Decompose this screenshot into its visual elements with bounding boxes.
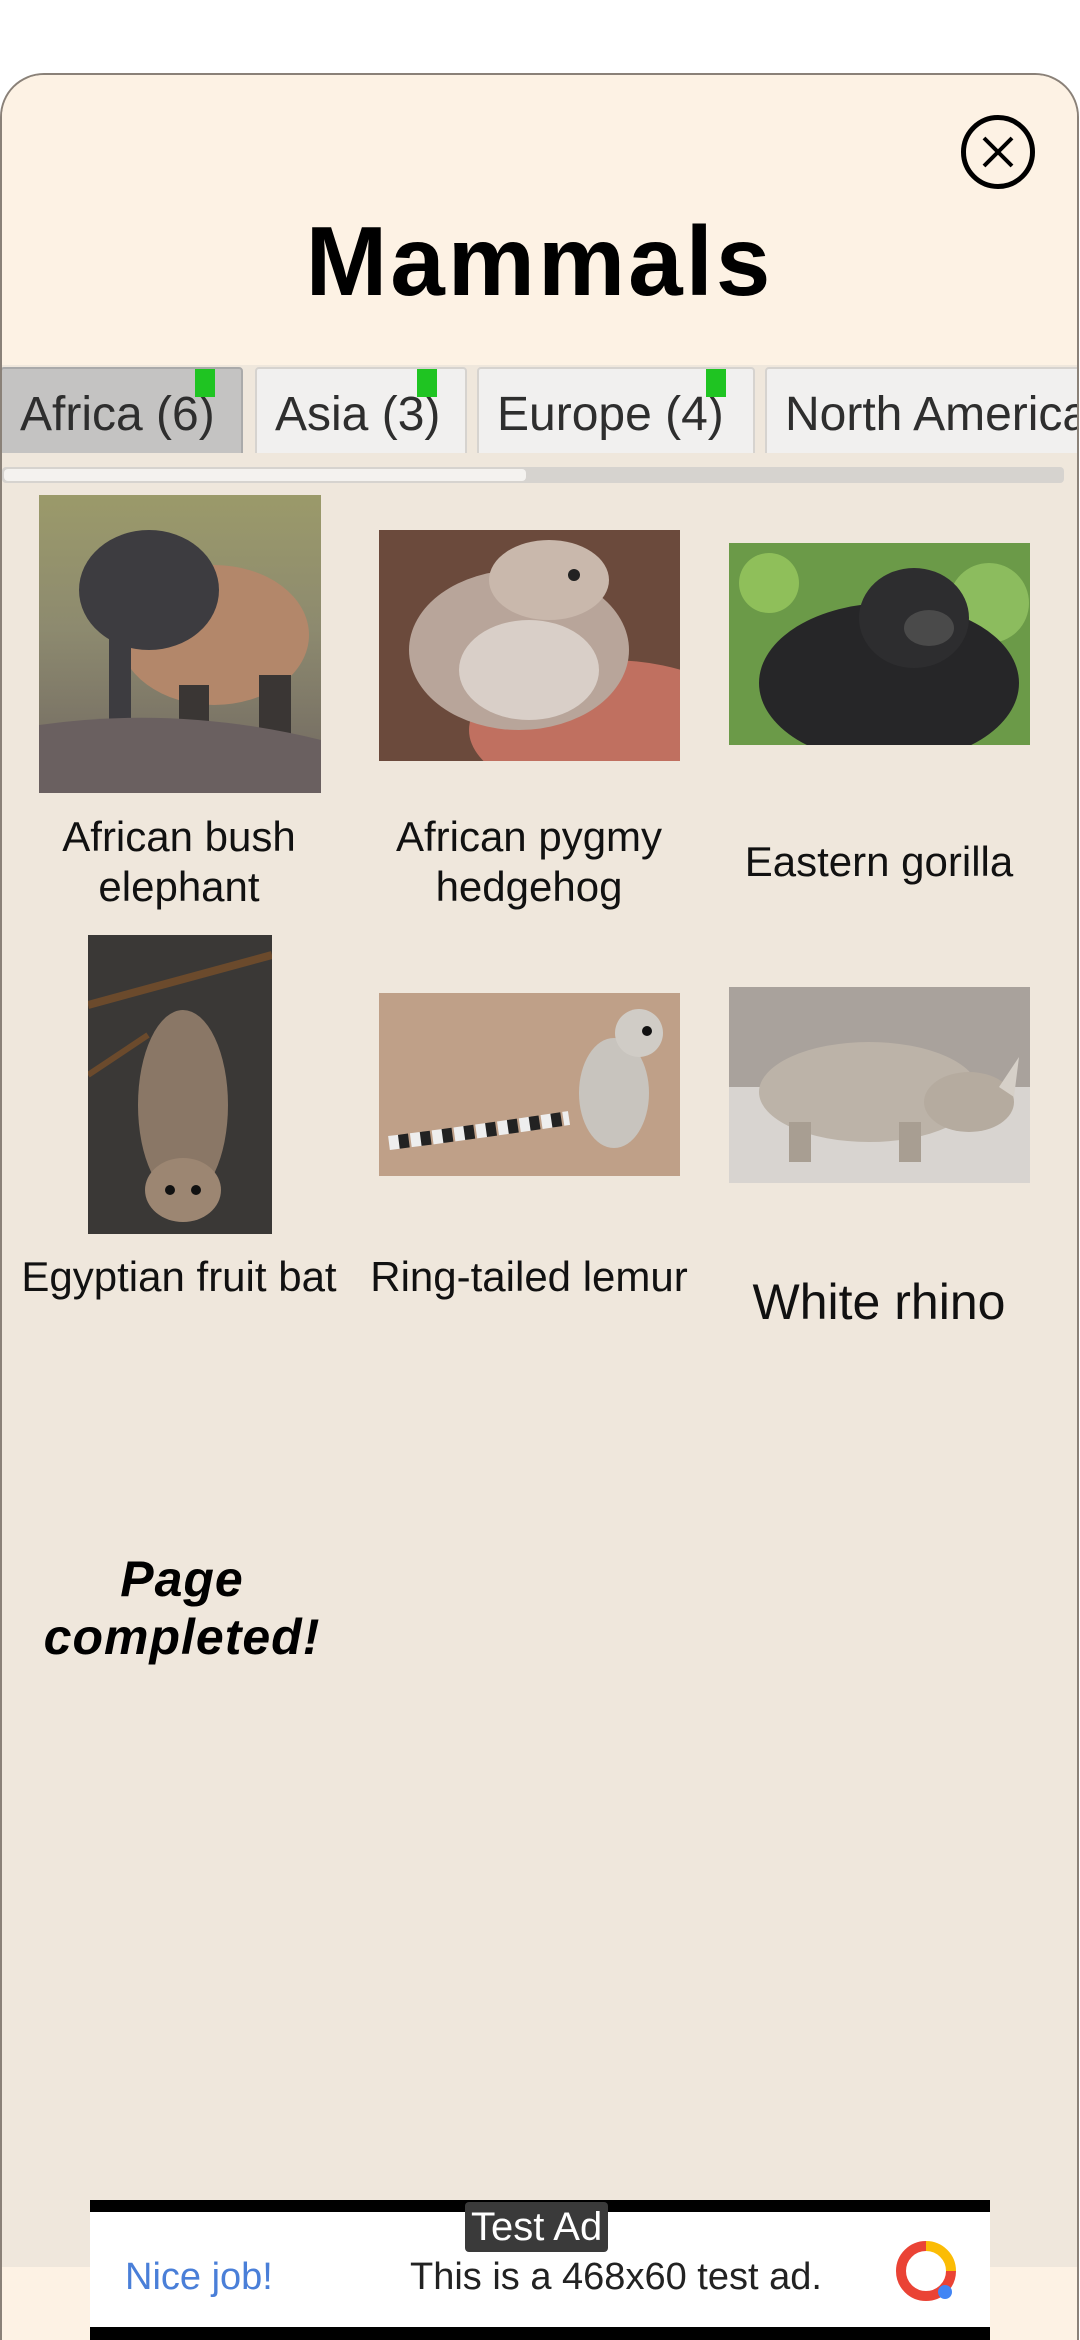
test-ad-label: Test Ad <box>465 2202 609 2252</box>
tab-label: Europe (4) <box>497 388 724 441</box>
ad-cta-link[interactable]: Nice job! <box>125 2256 273 2299</box>
panel-header: Mammals <box>2 75 1077 365</box>
animal-name: White rhino <box>752 1274 1006 1330</box>
hedgehog-image <box>379 530 680 761</box>
ad-logo-icon <box>896 2241 956 2301</box>
scrollbar-thumb[interactable] <box>4 469 526 481</box>
ad-text: This is a 468x60 test ad. <box>410 2256 822 2298</box>
gorilla-image <box>729 543 1030 745</box>
close-icon <box>982 136 1014 168</box>
animal-name: Ring-tailed lemur <box>370 1253 688 1300</box>
mammals-panel: Mammals Africa (6) Asia (3) Europe (4) N… <box>0 73 1079 2340</box>
progress-marker <box>195 369 215 397</box>
tab-label: North America <box>785 388 1077 441</box>
tab-africa[interactable]: Africa (6) <box>2 367 243 453</box>
completion-message: Page completed! <box>43 1551 321 1665</box>
rhino-image <box>729 987 1030 1183</box>
tabs-scrollbar[interactable] <box>2 467 1064 483</box>
animal-name: African bush elephant <box>62 813 296 910</box>
fruit-bat-image <box>88 935 272 1234</box>
progress-marker <box>417 369 437 397</box>
progress-marker <box>706 369 726 397</box>
close-button[interactable] <box>961 115 1035 189</box>
page-title: Mammals <box>305 206 774 316</box>
elephant-image <box>39 495 321 793</box>
region-tabs: Africa (6) Asia (3) Europe (4) North Ame… <box>2 365 1077 453</box>
tab-label: Asia (3) <box>275 388 441 441</box>
tab-label: Africa (6) <box>20 388 215 441</box>
tab-asia[interactable]: Asia (3) <box>255 367 467 453</box>
animal-name: Egyptian fruit bat <box>21 1253 337 1300</box>
animal-name: African pygmy hedgehog <box>395 813 663 910</box>
tab-europe[interactable]: Europe (4) <box>477 367 755 453</box>
animal-name: Eastern gorilla <box>744 838 1014 885</box>
lemur-image <box>379 993 680 1176</box>
tab-north-america[interactable]: North America <box>765 367 1077 453</box>
